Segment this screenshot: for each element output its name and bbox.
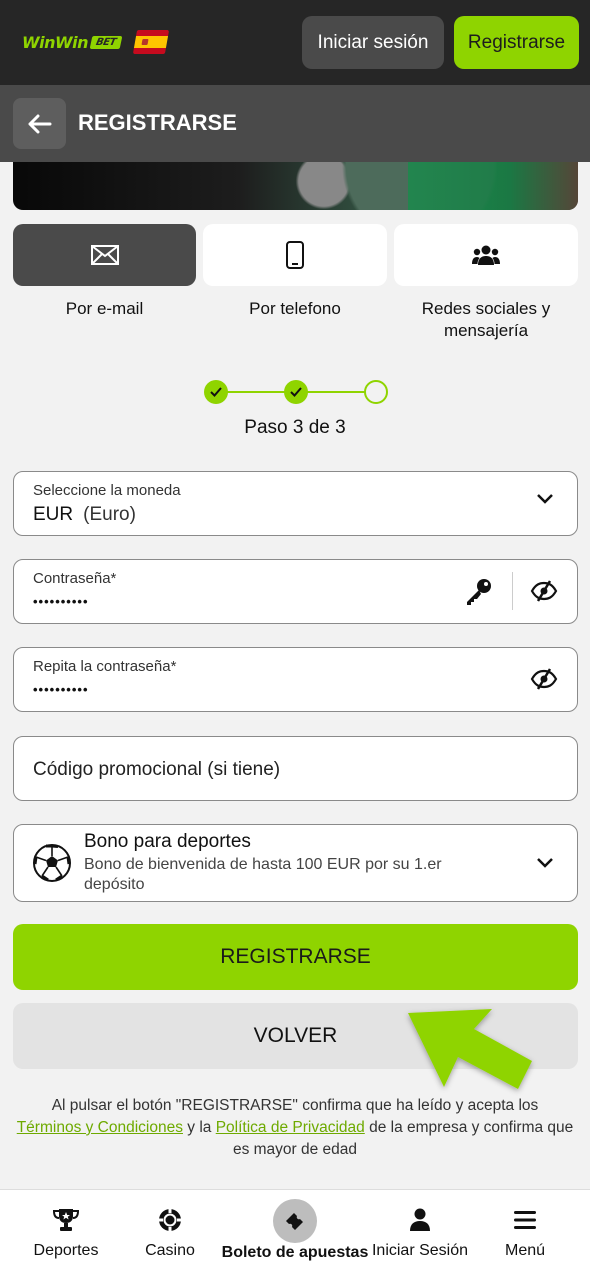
promo-code-input[interactable]: Código promocional (si tiene): [13, 736, 578, 801]
key-icon[interactable]: [464, 577, 494, 607]
nav-item-sports[interactable]: Deportes: [18, 1190, 114, 1280]
privacy-link[interactable]: Política de Privacidad: [216, 1119, 365, 1136]
currency-label: Seleccione la moneda: [33, 482, 181, 499]
hamburger-icon: [513, 1207, 537, 1233]
top-bar: WinWin BET Iniciar sesión Registrarse: [0, 0, 590, 85]
currency-code: EUR: [33, 504, 74, 525]
back-button[interactable]: [13, 98, 66, 149]
method-social-label[interactable]: Redes sociales y mensajería: [394, 298, 578, 342]
page-title: REGISTRARSE: [78, 110, 237, 135]
legal-disclaimer: Al pulsar el botón "REGISTRARSE" confirm…: [16, 1095, 574, 1161]
ticket-icon: [273, 1199, 317, 1243]
bonus-description: Bono de bienvenida de hasta 100 EUR por …: [84, 856, 442, 893]
login-button[interactable]: Iniciar sesión: [302, 16, 444, 69]
trophy-icon: [53, 1207, 79, 1233]
nav-label-betslip: Boleto de apuestas: [221, 1244, 369, 1261]
method-phone-tab[interactable]: [203, 224, 387, 286]
password-repeat-label: Repita la contraseña*: [33, 658, 177, 675]
chip-icon: [158, 1207, 182, 1233]
submit-register-button[interactable]: REGISTRARSE: [13, 924, 578, 990]
back-step-button[interactable]: VOLVER: [13, 1003, 578, 1069]
chevron-down-icon: [537, 858, 553, 868]
nav-label-login: Iniciar Sesión: [371, 1242, 469, 1259]
step-text: Paso 3 de 3: [244, 417, 346, 438]
nav-label-sports: Deportes: [33, 1242, 99, 1259]
divider: [512, 572, 513, 610]
logo-badge: BET: [89, 36, 123, 49]
logo-text: WinWin: [22, 33, 89, 52]
terms-link[interactable]: Términos y Condiciones: [17, 1119, 183, 1136]
legal-text-1: Al pulsar el botón "REGISTRARSE" confirm…: [51, 1097, 539, 1114]
password-value: ••••••••••: [33, 594, 89, 609]
soccer-ball-icon: [32, 843, 72, 883]
method-phone-label[interactable]: Por telefono: [203, 298, 387, 320]
check-icon: [210, 387, 222, 397]
nav-label-casino: Casino: [145, 1242, 195, 1259]
currency-name: (Euro): [83, 504, 136, 525]
arrow-left-icon: [28, 114, 51, 133]
currency-value: EUR (Euro): [33, 504, 136, 526]
winwin-logo[interactable]: WinWin BET: [22, 33, 123, 52]
step-3-current: [364, 380, 388, 404]
step-1-done: [204, 380, 228, 404]
bonus-select[interactable]: Bono para deportes Bono de bienvenida de…: [13, 824, 578, 902]
password-repeat-value: ••••••••••: [33, 682, 89, 697]
method-social-tab[interactable]: [394, 224, 578, 286]
promo-code-placeholder: Código promocional (si tiene): [33, 759, 281, 780]
user-icon: [409, 1207, 431, 1233]
page-header: REGISTRARSE: [0, 85, 590, 162]
currency-select[interactable]: Seleccione la moneda EUR (Euro): [13, 471, 578, 536]
eye-slash-icon[interactable]: [530, 668, 558, 690]
nav-item-betslip[interactable]: Boleto de apuestas: [220, 1190, 370, 1280]
chevron-down-icon: [537, 494, 553, 504]
spain-flag-icon[interactable]: [132, 30, 170, 54]
bottom-nav: Deportes Casino Boleto de apuestas Inici…: [0, 1189, 590, 1280]
nav-label-menu: Menú: [504, 1242, 546, 1259]
legal-text-2: y la: [182, 1119, 216, 1136]
step-progress: [204, 380, 388, 404]
envelope-icon: [90, 245, 119, 265]
password-repeat-field[interactable]: Repita la contraseña* ••••••••••: [13, 647, 578, 712]
method-email-tab[interactable]: [13, 224, 196, 286]
register-button[interactable]: Registrarse: [454, 16, 579, 69]
method-email-label[interactable]: Por e-mail: [13, 298, 196, 320]
eye-slash-icon[interactable]: [530, 580, 558, 602]
bonus-title: Bono para deportes: [84, 831, 251, 852]
nav-item-menu[interactable]: Menú: [478, 1190, 572, 1280]
promo-banner-image: [13, 162, 578, 210]
nav-item-casino[interactable]: Casino: [122, 1190, 218, 1280]
password-field[interactable]: Contraseña* ••••••••••: [13, 559, 578, 624]
step-2-done: [284, 380, 308, 404]
phone-icon: [286, 241, 304, 269]
check-icon: [290, 387, 302, 397]
nav-item-login[interactable]: Iniciar Sesión: [368, 1190, 472, 1280]
password-label: Contraseña*: [33, 570, 117, 587]
users-icon: [472, 245, 500, 265]
